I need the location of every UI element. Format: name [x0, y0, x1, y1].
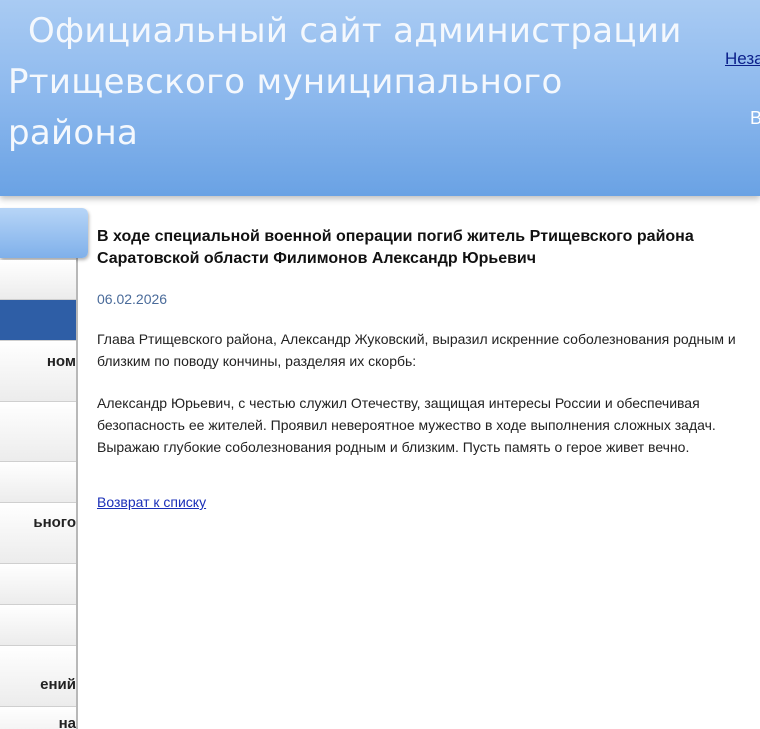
sidebar-item-10[interactable]: на — [0, 707, 76, 729]
article-content: В ходе специальной военной операции поги… — [97, 226, 760, 512]
sidebar-item-8[interactable] — [0, 605, 76, 646]
sidebar-item-label: ном — [46, 353, 76, 370]
sidebar-item-3[interactable]: ном — [0, 341, 76, 402]
article-paragraph-2: Александр Юрьевич, с честью служил Отече… — [97, 395, 716, 455]
sidebar-item-label: на — [58, 715, 76, 729]
sidebar-item-label: ьного — [33, 514, 76, 531]
sidebar-menu: ном ьного ений на — [0, 208, 88, 729]
article-paragraph-1: Глава Ртищевского района, Александр Жуко… — [97, 331, 736, 369]
article-title: В ходе специальной военной операции поги… — [97, 228, 694, 267]
sidebar-item-4[interactable] — [0, 402, 76, 462]
article-date: 06.02.2026 — [97, 291, 168, 307]
sidebar-item-9[interactable]: ений — [0, 646, 76, 707]
site-header: Официальный сайт администрации Ртищевско… — [0, 0, 760, 196]
sidebar-item-1[interactable] — [0, 260, 76, 300]
header-link[interactable]: Неза — [725, 49, 760, 69]
site-title: Официальный сайт администрации Ртищевско… — [8, 6, 688, 159]
sidebar-item-5[interactable] — [0, 462, 76, 503]
back-to-list-link[interactable]: Возврат к списку — [97, 494, 206, 510]
sidebar-item-label: ений — [40, 676, 76, 693]
sidebar-item-7[interactable] — [0, 564, 76, 605]
sidebar-item-6[interactable]: ьного — [0, 503, 76, 564]
site-title-line2: Ртищевского муниципального района — [8, 62, 563, 153]
sidebar-item-2-active[interactable] — [0, 300, 76, 341]
page: Официальный сайт администрации Ртищевско… — [0, 0, 760, 729]
header-text-fragment: В — [750, 108, 760, 128]
site-title-line1: Официальный сайт администрации — [28, 11, 682, 51]
sidebar-menu-header — [0, 208, 88, 258]
